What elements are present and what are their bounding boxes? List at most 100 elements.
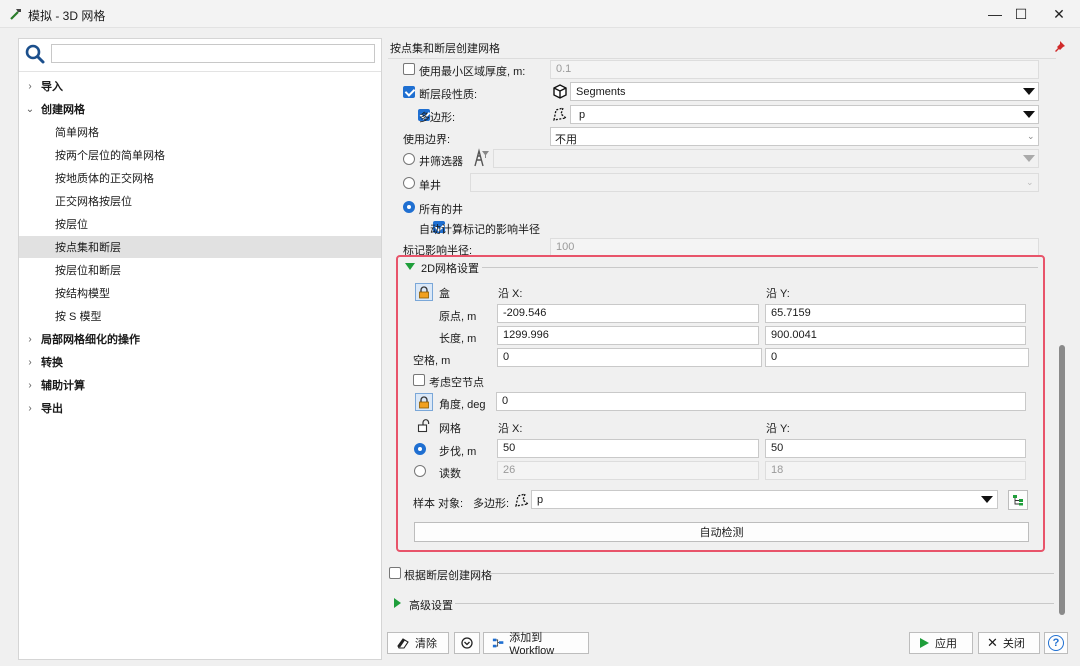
origin-y-field[interactable]: 65.7159 bbox=[765, 304, 1026, 323]
faults-grid-checkbox[interactable] bbox=[389, 567, 401, 579]
divider bbox=[489, 573, 1054, 574]
tree-item-label: 局部网格细化的操作 bbox=[41, 334, 140, 346]
tree-item-aux-calc[interactable]: › 辅助计算 bbox=[19, 374, 381, 396]
chevron-right-icon[interactable]: › bbox=[19, 380, 41, 391]
divider bbox=[19, 71, 381, 72]
chevron-right-icon[interactable]: › bbox=[19, 403, 41, 414]
tree-item-by-horizons[interactable]: 按层位 bbox=[19, 213, 381, 235]
tree-item-label: 按 S 模型 bbox=[55, 311, 102, 323]
tree-item-label: 按地质体的正交网格 bbox=[55, 173, 154, 185]
cube-icon bbox=[553, 84, 567, 99]
box-lock-button[interactable] bbox=[415, 283, 433, 301]
min-thickness-checkbox[interactable] bbox=[403, 63, 415, 75]
single-well-radio[interactable] bbox=[403, 177, 415, 189]
chevron-down-icon[interactable]: ⌄ bbox=[19, 104, 41, 115]
tree-item-import[interactable]: › 导入 bbox=[19, 75, 381, 97]
angle-field[interactable]: 0 bbox=[496, 392, 1026, 411]
tree-item-pointsets-faults[interactable]: 按点集和断层 bbox=[19, 236, 381, 258]
tree-item-lgr[interactable]: › 局部网格细化的操作 bbox=[19, 328, 381, 350]
close-window-button[interactable]: ✕ bbox=[1036, 0, 1080, 28]
tree-item-label: 按层位 bbox=[55, 219, 88, 231]
step-radio[interactable] bbox=[414, 443, 426, 455]
apply-button[interactable]: 应用 bbox=[909, 632, 973, 654]
origin-label: 原点, m bbox=[439, 311, 477, 323]
consider-empty-checkbox[interactable] bbox=[413, 374, 425, 386]
well-filter-label: 井筛选器 bbox=[419, 156, 463, 168]
tree-item-geobody-grid[interactable]: 按地质体的正交网格 bbox=[19, 167, 381, 189]
origin-x-field[interactable]: -209.546 bbox=[497, 304, 759, 323]
chevron-right-icon[interactable]: › bbox=[19, 334, 41, 345]
dropdown-arrow-icon bbox=[1023, 88, 1035, 95]
play-icon bbox=[920, 638, 929, 648]
close-button[interactable]: ✕ 关闭 bbox=[978, 632, 1040, 654]
tree-item-ortho-horizons[interactable]: 正交网格按层位 bbox=[19, 190, 381, 212]
angle-lock-button[interactable] bbox=[415, 393, 433, 411]
search-input[interactable] bbox=[51, 44, 375, 63]
clear-button[interactable]: 清除 bbox=[387, 632, 449, 654]
tree-item-label: 按两个层位的简单网格 bbox=[55, 150, 165, 162]
length-x-field[interactable]: 1299.996 bbox=[497, 326, 759, 345]
spacing-y-field[interactable]: 0 bbox=[765, 348, 1029, 367]
clear-label: 清除 bbox=[415, 638, 437, 650]
all-wells-radio[interactable] bbox=[403, 201, 415, 213]
sample-polygon-dropdown[interactable]: p bbox=[531, 490, 998, 509]
use-boundary-label: 使用边界: bbox=[403, 134, 451, 146]
tree-item-label: 按结构模型 bbox=[55, 288, 110, 300]
divider bbox=[388, 58, 1056, 59]
well-filter-dropdown[interactable] bbox=[493, 149, 1039, 168]
close-x-icon: ✕ bbox=[987, 635, 998, 650]
divider bbox=[482, 267, 1038, 268]
pin-icon[interactable] bbox=[1052, 40, 1066, 54]
fault-property-label: 断层段性质: bbox=[419, 89, 478, 101]
tree-item-label: 正交网格按层位 bbox=[55, 196, 132, 208]
fault-property-checkbox[interactable] bbox=[403, 86, 415, 98]
polygon-icon bbox=[553, 107, 568, 121]
count-radio[interactable] bbox=[414, 465, 426, 477]
step-label: 步伐, m bbox=[439, 446, 477, 458]
tree-item-two-horizons[interactable]: 按两个层位的简单网格 bbox=[19, 144, 381, 166]
step-y-field[interactable]: 50 bbox=[765, 439, 1026, 458]
expand-triangle-icon[interactable] bbox=[394, 598, 401, 608]
polygon-dropdown[interactable]: p bbox=[570, 105, 1039, 124]
use-boundary-dropdown[interactable]: 不用 ⌄ bbox=[550, 127, 1039, 146]
lock-icon bbox=[419, 285, 429, 298]
length-y-field[interactable]: 900.0041 bbox=[765, 326, 1026, 345]
unlock-icon[interactable] bbox=[417, 419, 431, 433]
min-thickness-field[interactable]: 0.1 bbox=[550, 60, 1039, 79]
tree-item-structural-model[interactable]: 按结构模型 bbox=[19, 282, 381, 304]
tree-item-s-model[interactable]: 按 S 模型 bbox=[19, 305, 381, 327]
grid-along-x-label: 沿 X: bbox=[498, 423, 523, 435]
advanced-settings-label[interactable]: 高级设置 bbox=[409, 597, 453, 613]
count-x-field[interactable]: 26 bbox=[497, 461, 759, 480]
collapse-triangle-icon[interactable] bbox=[405, 263, 415, 270]
well-filter-radio[interactable] bbox=[403, 153, 415, 165]
tree-item-label: 按层位和断层 bbox=[55, 265, 121, 277]
dropdown-arrow-icon bbox=[1023, 155, 1035, 162]
scrollbar-thumb[interactable] bbox=[1059, 345, 1065, 615]
tree-item-create-grid[interactable]: ⌄ 创建网格 bbox=[19, 98, 381, 120]
spacing-x-field[interactable]: 0 bbox=[497, 348, 762, 367]
dropdown-value: 不用 bbox=[555, 134, 577, 146]
sidebar-panel: › 导入 ⌄ 创建网格 简单网格 按两个层位的简单网格 按地质体的正交网格 正交… bbox=[18, 38, 382, 660]
count-y-field[interactable]: 18 bbox=[765, 461, 1026, 480]
fault-property-dropdown[interactable]: Segments bbox=[570, 82, 1039, 101]
search-icon[interactable] bbox=[24, 43, 46, 65]
tree-item-convert[interactable]: › 转换 bbox=[19, 351, 381, 373]
tree-item-simple-grid[interactable]: 简单网格 bbox=[19, 121, 381, 143]
refresh-icon bbox=[461, 637, 473, 649]
single-well-dropdown[interactable]: ⌄ bbox=[470, 173, 1039, 192]
tree-item-label: 导出 bbox=[41, 403, 63, 415]
chevron-right-icon[interactable]: › bbox=[19, 357, 41, 368]
tree-select-button[interactable] bbox=[1008, 490, 1028, 510]
chevron-right-icon[interactable]: › bbox=[19, 81, 41, 92]
grid2d-section-title[interactable]: 2D网格设置 bbox=[421, 260, 479, 276]
well-filter-icon bbox=[474, 148, 489, 167]
help-button[interactable]: ? bbox=[1044, 632, 1068, 654]
tree-item-horizons-faults[interactable]: 按层位和断层 bbox=[19, 259, 381, 281]
reset-button[interactable] bbox=[454, 632, 480, 654]
step-x-field[interactable]: 50 bbox=[497, 439, 759, 458]
tree-item-export[interactable]: › 导出 bbox=[19, 397, 381, 419]
close-label: 关闭 bbox=[1002, 638, 1025, 650]
auto-detect-button[interactable]: 自动检测 bbox=[414, 522, 1029, 542]
add-to-workflow-button[interactable]: 添加到 Workflow bbox=[483, 632, 589, 657]
